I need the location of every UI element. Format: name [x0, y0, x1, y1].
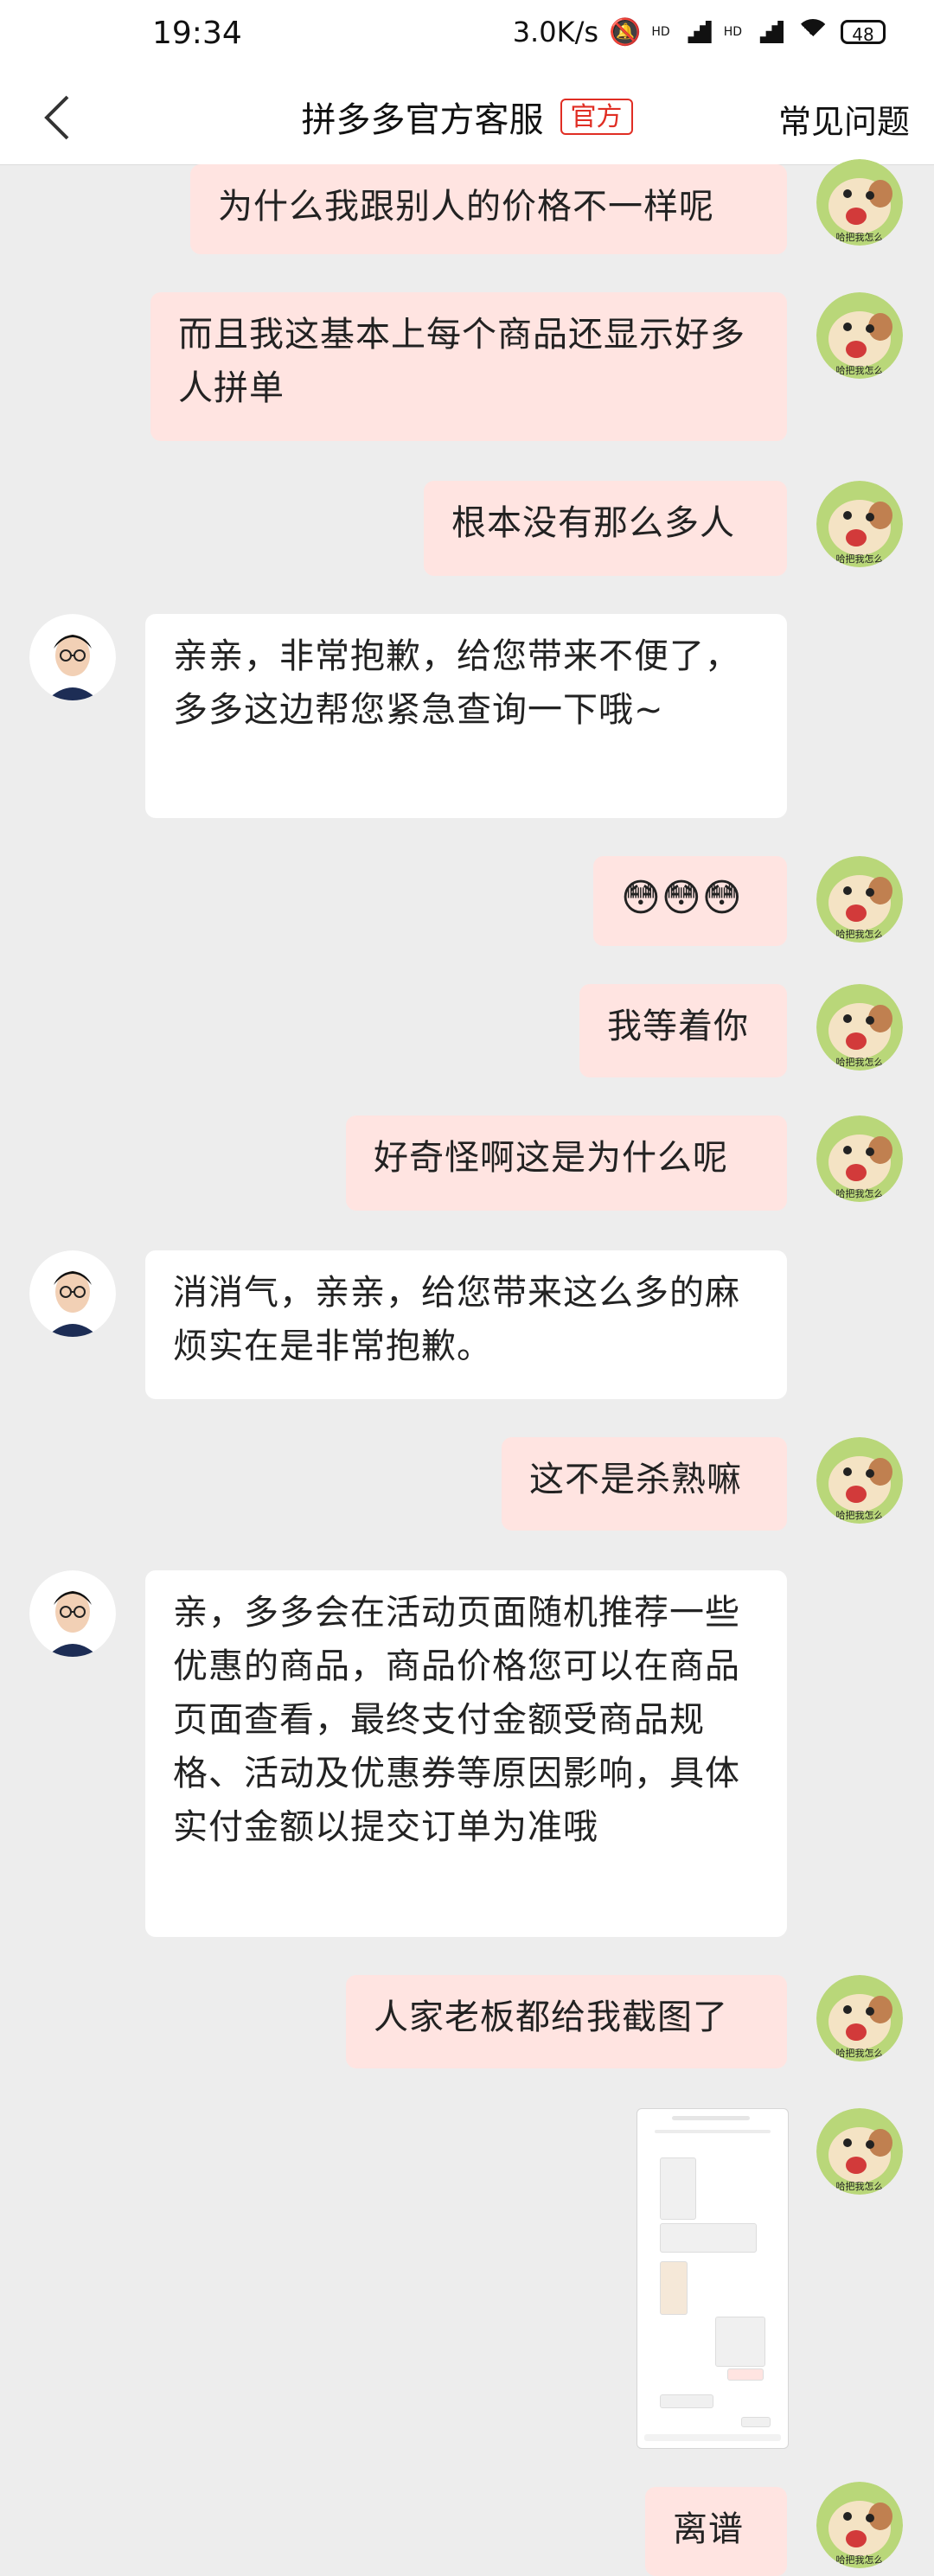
user-avatar[interactable]: 哈把我怎么: [816, 481, 903, 567]
status-icons: 3.0K/s 🔕 HD HD 48: [512, 16, 886, 54]
svg-text:哈把我怎么: 哈把我怎么: [836, 2180, 884, 2192]
thumb-bubble: [660, 2157, 696, 2220]
message-text: 我等着你: [607, 1007, 749, 1046]
person-avatar-icon: [29, 1570, 116, 1657]
network-speed: 3.0K/s: [512, 16, 599, 48]
dog-avatar-icon: 哈把我怎么: [816, 292, 903, 379]
user-avatar[interactable]: 哈把我怎么: [816, 856, 903, 943]
status-time: 19:34: [152, 16, 242, 51]
person-avatar-icon: [29, 614, 116, 700]
dog-avatar-icon: 哈把我怎么: [816, 2108, 903, 2195]
faq-link[interactable]: 常见问题: [778, 95, 910, 143]
person-avatar-icon: [29, 1250, 116, 1337]
message-bubble-incoming[interactable]: 消消气，亲亲，给您带来这么多的麻烦实在是非常抱歉。: [145, 1250, 787, 1399]
message-bubble-outgoing[interactable]: 好奇怪啊这是为什么呢: [346, 1115, 787, 1211]
message-text: 这不是杀熟嘛: [529, 1460, 742, 1499]
user-avatar[interactable]: 哈把我怎么: [816, 2482, 903, 2568]
thumb-bubble: [660, 2394, 713, 2408]
dog-avatar-icon: 哈把我怎么: [816, 2482, 903, 2568]
svg-text:哈把我怎么: 哈把我怎么: [836, 553, 884, 565]
user-avatar[interactable]: 哈把我怎么: [816, 159, 903, 246]
message-bubble-outgoing[interactable]: 这不是杀熟嘛: [502, 1437, 787, 1531]
dog-avatar-icon: 哈把我怎么: [816, 1437, 903, 1524]
user-avatar[interactable]: 哈把我怎么: [816, 984, 903, 1071]
dog-avatar-icon: 哈把我怎么: [816, 856, 903, 943]
dog-avatar-icon: 哈把我怎么: [816, 1115, 903, 1202]
message-bubble-outgoing[interactable]: 根本没有那么多人: [424, 481, 787, 576]
status-bar: 19:34 3.0K/s 🔕 HD HD 48: [0, 0, 934, 73]
wifi-icon: [796, 19, 830, 54]
chat-header: 拼多多官方客服 官方 常见问题: [0, 73, 934, 165]
user-avatar[interactable]: 哈把我怎么: [816, 1437, 903, 1524]
thumb-bubble: [660, 2261, 688, 2315]
message-bubble-outgoing[interactable]: 😳😳😳: [593, 856, 787, 946]
svg-text:哈把我怎么: 哈把我怎么: [836, 231, 884, 243]
signal-icon: [681, 19, 713, 45]
user-avatar[interactable]: 哈把我怎么: [816, 2108, 903, 2195]
message-bubble-outgoing[interactable]: 我等着你: [579, 984, 787, 1077]
battery-icon: 48: [841, 20, 886, 45]
message-text: 根本没有那么多人: [451, 503, 735, 543]
message-bubble-outgoing[interactable]: 离谱: [645, 2487, 787, 2576]
message-text: 亲亲，非常抱歉，给您带来不便了，多多这边帮您紧急查询一下哦~: [173, 636, 740, 730]
message-bubble-incoming[interactable]: 亲，多多会在活动页面随机推荐一些优惠的商品，商品价格您可以在商品页面查看，最终支…: [145, 1570, 787, 1937]
message-text: 消消气，亲亲，给您带来这么多的麻烦实在是非常抱歉。: [173, 1273, 740, 1366]
svg-text:哈把我怎么: 哈把我怎么: [836, 1509, 884, 1521]
message-text: 离谱: [673, 2509, 744, 2549]
message-text: 而且我这基本上每个商品还显示好多人拼单: [178, 315, 745, 408]
message-bubble-outgoing[interactable]: 而且我这基本上每个商品还显示好多人拼单: [150, 292, 787, 441]
page-title: 拼多多官方客服: [301, 100, 544, 140]
thumb-bubble: [741, 2417, 771, 2427]
dog-avatar-icon: 哈把我怎么: [816, 1975, 903, 2061]
thumb-bubble: [715, 2317, 765, 2367]
message-text: 😳😳😳: [621, 876, 743, 920]
user-avatar[interactable]: 哈把我怎么: [816, 1115, 903, 1202]
svg-text:哈把我怎么: 哈把我怎么: [836, 2047, 884, 2059]
user-avatar[interactable]: 哈把我怎么: [816, 292, 903, 379]
message-text: 好奇怪啊这是为什么呢: [374, 1138, 728, 1178]
dog-avatar-icon: 哈把我怎么: [816, 159, 903, 246]
mute-bell-icon: 🔕: [609, 16, 642, 48]
message-bubble-outgoing[interactable]: 人家老板都给我截图了: [346, 1975, 787, 2068]
hd-label-2: HD: [723, 25, 742, 39]
dog-avatar-icon: 哈把我怎么: [816, 481, 903, 567]
dog-avatar-icon: 哈把我怎么: [816, 984, 903, 1071]
svg-text:哈把我怎么: 哈把我怎么: [836, 928, 884, 940]
signal-icon-2: [752, 19, 785, 45]
agent-avatar[interactable]: [29, 1250, 116, 1337]
svg-text:哈把我怎么: 哈把我怎么: [836, 364, 884, 376]
message-bubble-incoming[interactable]: 亲亲，非常抱歉，给您带来不便了，多多这边帮您紧急查询一下哦~: [145, 614, 787, 818]
message-text: 亲，多多会在活动页面随机推荐一些优惠的商品，商品价格您可以在商品页面查看，最终支…: [173, 1593, 740, 1847]
svg-text:哈把我怎么: 哈把我怎么: [836, 1187, 884, 1199]
message-bubble-outgoing[interactable]: 为什么我跟别人的价格不一样呢: [190, 164, 787, 254]
thumb-header-line: [672, 2116, 750, 2120]
svg-text:哈把我怎么: 哈把我怎么: [836, 1056, 884, 1068]
official-badge: 官方: [560, 99, 633, 135]
agent-avatar[interactable]: [29, 614, 116, 700]
user-avatar[interactable]: 哈把我怎么: [816, 1975, 903, 2061]
thumb-bubble: [727, 2368, 764, 2381]
screenshot-image-message[interactable]: [637, 2108, 789, 2449]
thumb-bubble: [660, 2223, 757, 2253]
message-text: 为什么我跟别人的价格不一样呢: [218, 187, 714, 227]
agent-avatar[interactable]: [29, 1570, 116, 1657]
hd-label-1: HD: [651, 25, 670, 39]
message-text: 人家老板都给我截图了: [374, 1998, 728, 2037]
thumb-input-bar: [644, 2434, 781, 2441]
thumb-header-line-2: [655, 2130, 771, 2133]
svg-text:哈把我怎么: 哈把我怎么: [836, 2554, 884, 2566]
